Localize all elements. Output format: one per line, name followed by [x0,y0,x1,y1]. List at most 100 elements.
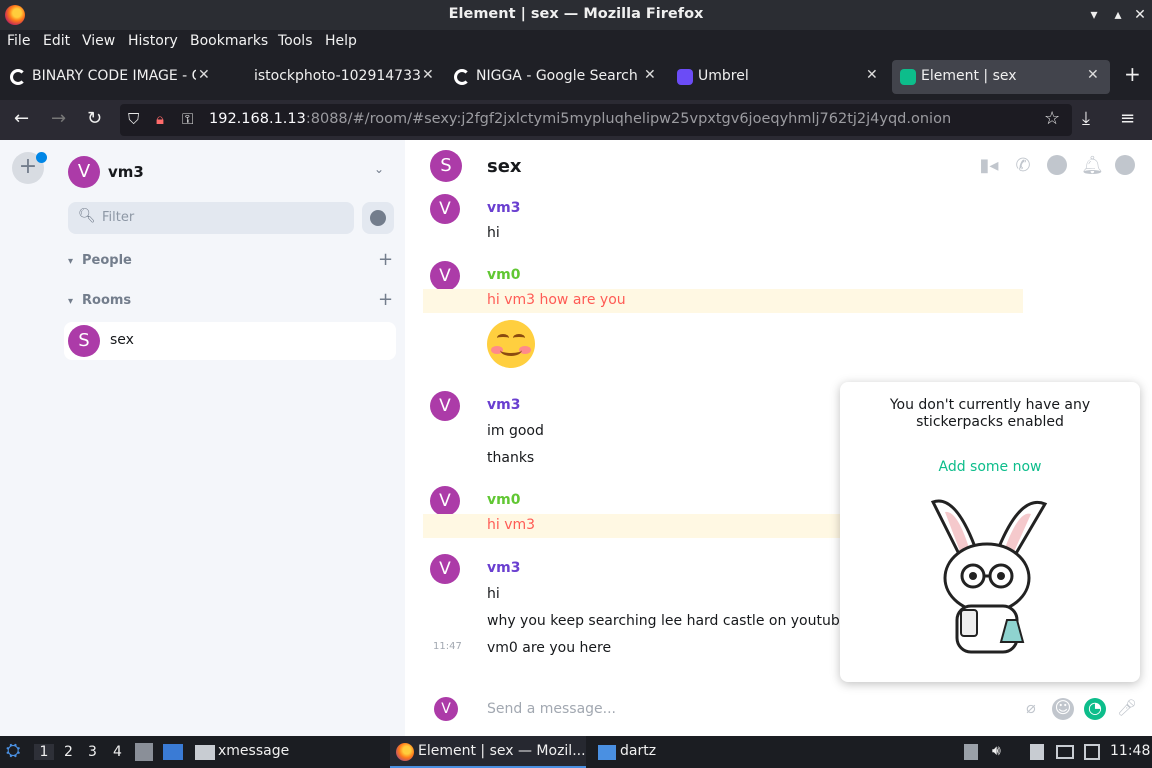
workspace-3[interactable]: 3 [88,744,97,760]
video-call-icon[interactable]: ▮◂ [977,155,1001,176]
close-tab-icon[interactable]: ✕ [1087,67,1099,83]
add-people-button[interactable]: + [378,249,393,270]
room-list-panel: V vm3 ⌄ 🔍︎ Filter ▾ People + ▾ Rooms + S s… [56,140,405,736]
close-tab-icon[interactable]: ✕ [866,67,878,83]
message-body: hi vm3 [487,517,536,533]
tab-umbrel[interactable]: Umbrel ✕ [666,60,888,94]
explore-rooms-button[interactable] [362,202,394,234]
battery-icon[interactable] [1084,744,1100,760]
tab-element[interactable]: Element | sex ✕ [892,60,1110,94]
room-header-avatar[interactable]: S [430,150,462,182]
tab-binary-code[interactable]: BINARY CODE IMAGE - G ✕ [0,60,220,94]
chevron-down-icon[interactable]: ⌄ [374,162,384,176]
taskbar-xmessage[interactable]: xmessage [218,743,289,759]
sender-name[interactable]: vm0 [487,492,520,508]
clipboard-icon[interactable] [1030,744,1044,760]
app-menu-button[interactable]: ≡ [1120,108,1135,129]
start-menu-icon[interactable]: ⛭ [6,740,20,761]
sender-name[interactable]: vm3 [487,397,520,413]
volume-icon[interactable]: 🔊︎ [992,743,1001,759]
maximize-button[interactable]: ▴ [1108,5,1128,25]
new-tab-button[interactable]: + [1124,62,1141,86]
workspace-1[interactable]: 1 [34,744,54,760]
menu-file[interactable]: File [7,33,30,49]
room-title[interactable]: sex [487,156,522,177]
tab-google-search[interactable]: NIGGA - Google Search ✕ [444,60,666,94]
forward-button[interactable]: → [51,108,66,129]
reload-button[interactable]: ↻ [87,108,102,129]
close-tab-icon[interactable]: ✕ [198,67,210,83]
taskbar-dartz[interactable]: dartz [620,743,656,759]
downloads-button[interactable]: ⤓ [1082,108,1090,129]
menu-history[interactable]: History [128,33,178,49]
smiling-face-emoji [487,320,535,368]
add-room-button[interactable]: + [378,289,393,310]
filter-placeholder: Filter [102,210,135,225]
sender-name[interactable]: vm3 [487,200,520,216]
close-window-button[interactable]: ✕ [1130,5,1150,25]
network-icon[interactable] [1056,745,1074,759]
desktop-launcher-icon[interactable] [163,744,183,760]
taskbar-firefox-active[interactable]: Element | sex — Mozil... [390,736,586,768]
menu-edit[interactable]: Edit [43,33,70,49]
key-icon[interactable]: ⚿ [182,110,193,128]
composer-avatar[interactable]: V [434,697,458,721]
menu-help[interactable]: Help [325,33,357,49]
sender-name[interactable]: vm0 [487,267,520,283]
taskbar: ⛭ 1 2 3 4 xmessage Element | sex — Mozil… [0,736,1152,768]
emoji-icon[interactable]: ☺ [1052,698,1074,720]
minimize-button[interactable]: ▾ [1084,5,1104,25]
message-body: why you keep searching lee hard castle o… [487,613,865,629]
url-text[interactable]: 192.168.1.13:8088/#/room/#sexy:j2fgf2jxl… [209,111,951,127]
message-body: hi [487,586,500,602]
sender-avatar[interactable]: V [430,261,460,291]
back-button[interactable]: ← [14,108,29,129]
tab-istockphoto[interactable]: istockphoto-1029147336 ✕ [222,60,444,94]
workspace-4[interactable]: 4 [113,744,122,760]
close-tab-icon[interactable]: ✕ [644,67,656,83]
clock[interactable]: 11:48 [1110,743,1150,759]
url-bar[interactable]: ⛉ 🔒︎ ⚿ 192.168.1.13:8088/#/room/#sexy:j2… [120,104,1072,136]
tab-label: NIGGA - Google Search [476,68,638,84]
search-icon: 🔍︎ [78,208,96,224]
sender-name[interactable]: vm3 [487,560,520,576]
microphone-icon[interactable]: 🎤︎ [1116,698,1138,720]
add-stickerpacks-link[interactable]: Add some now [840,459,1140,475]
file-manager-launcher-icon[interactable] [135,743,153,761]
room-avatar: S [68,325,100,357]
menu-tools[interactable]: Tools [278,33,313,49]
firefox-icon [396,743,414,761]
sticker-icon[interactable]: ◔ [1084,698,1106,720]
message-body: hi [487,225,500,241]
section-rooms[interactable]: ▾ Rooms [68,293,131,308]
sender-avatar[interactable]: V [430,194,460,224]
section-people[interactable]: ▾ People [68,253,132,268]
room-name: sex [110,332,134,348]
menu-bookmarks[interactable]: Bookmarks [190,33,268,49]
message-body: hi vm3 how are you [487,292,626,308]
room-tile-sex[interactable]: S sex [64,322,396,360]
search-icon[interactable] [1047,155,1067,175]
voice-call-icon[interactable]: ✆ [1013,155,1033,176]
room-filter-input[interactable]: 🔍︎ Filter [68,202,354,234]
no-stickerpacks-message: You don't currently have any stickerpack… [889,397,1091,430]
attachment-icon[interactable]: ⌀ [1020,698,1042,720]
user-avatar[interactable]: V [68,156,100,188]
insecure-lock-icon[interactable]: 🔒︎ [156,110,164,128]
sender-avatar[interactable]: V [430,391,460,421]
sender-avatar[interactable]: V [430,486,460,516]
sender-avatar[interactable]: V [430,554,460,584]
room-info-icon[interactable] [1115,155,1135,175]
bookmark-star-icon[interactable]: ☆ [1044,108,1060,129]
chevron-down-icon: ▾ [68,296,74,307]
workspace-2[interactable]: 2 [64,744,73,760]
message-composer-input[interactable]: Send a message... [487,701,616,717]
shield-icon[interactable]: ⛉ [128,110,139,128]
tray-eject-icon[interactable] [964,744,978,760]
user-name[interactable]: vm3 [108,163,144,181]
close-tab-icon[interactable]: ✕ [422,67,434,83]
menu-view[interactable]: View [82,33,115,49]
tab-label: istockphoto-1029147336 [254,68,420,84]
notifications-bell-icon[interactable]: 🔔︎ [1081,155,1104,176]
window-title: Element | sex — Mozilla Firefox [448,6,704,22]
